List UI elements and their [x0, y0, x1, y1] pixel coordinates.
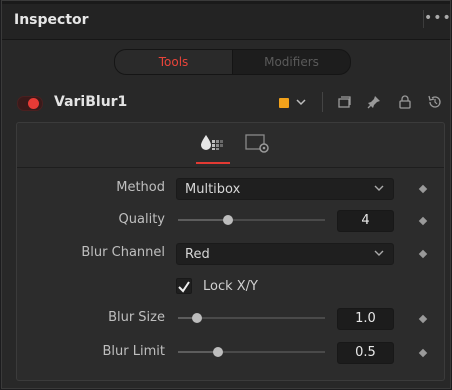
color-swatch-icon[interactable] [279, 98, 289, 108]
lock-xy-label: Lock X/Y [203, 279, 259, 294]
blur-channel-label: Blur Channel [81, 245, 165, 260]
blur-size-label: Blur Size [108, 310, 165, 325]
quality-slider-fill [178, 219, 228, 221]
droplet-blur-icon [201, 135, 223, 150]
controls-panel: Method Multibox Quality 4 Blur Channel R… [16, 122, 445, 381]
blur-channel-dropdown[interactable]: Red [176, 243, 394, 265]
blur-channel-value: Red [185, 247, 210, 262]
chevron-down-icon[interactable] [295, 96, 307, 108]
quality-label: Quality [118, 212, 165, 227]
node-header: VariBlur1 [2, 86, 450, 118]
pin-icon[interactable] [366, 94, 382, 110]
reset-icon[interactable] [427, 94, 443, 110]
quality-input[interactable]: 4 [337, 210, 394, 232]
blur-limit-label: Blur Limit [102, 344, 165, 359]
blur-limit-slider[interactable] [178, 347, 325, 357]
active-tab-underline [196, 162, 230, 164]
blur-size-keyframe-icon[interactable] [418, 314, 428, 324]
blur-size-slider-thumb[interactable] [192, 313, 203, 323]
top-border [2, 1, 450, 4]
tab-modifiers[interactable]: Modifiers [233, 50, 350, 74]
quality-slider[interactable] [178, 215, 325, 225]
blur-size-input[interactable]: 1.0 [337, 308, 394, 330]
method-value: Multibox [185, 182, 241, 197]
node-name: VariBlur1 [54, 94, 128, 110]
blur-channel-keyframe-icon[interactable] [418, 249, 428, 259]
settings-gear-icon [245, 134, 269, 153]
inspector-title: Inspector [14, 12, 89, 28]
toggle-dot [28, 98, 39, 109]
blur-limit-slider-fill [178, 351, 218, 353]
node-enable-toggle[interactable] [17, 96, 43, 111]
tab-blur-controls[interactable] [196, 131, 230, 164]
checkmark-icon [178, 281, 190, 293]
inspector-titlebar: Inspector ••• [2, 1, 451, 40]
method-keyframe-icon[interactable] [418, 184, 428, 194]
inspector-tabs: Tools Modifiers [114, 49, 351, 75]
lock-icon[interactable] [397, 94, 413, 110]
blur-size-slider[interactable] [178, 313, 325, 323]
blur-limit-keyframe-icon[interactable] [418, 348, 428, 358]
versions-icon[interactable] [336, 94, 352, 110]
header-divider [322, 92, 323, 112]
lock-xy-checkbox[interactable] [176, 278, 192, 294]
method-label: Method [116, 180, 165, 195]
chevron-down-icon [374, 185, 384, 191]
quality-keyframe-icon[interactable] [418, 216, 428, 226]
blur-limit-slider-thumb[interactable] [212, 347, 223, 357]
chevron-down-icon [374, 250, 384, 256]
more-options-button[interactable]: ••• [423, 10, 451, 28]
tab-settings[interactable] [242, 131, 272, 155]
blur-limit-input[interactable]: 0.5 [337, 342, 394, 364]
method-dropdown[interactable]: Multibox [176, 178, 394, 200]
inspector-window: Inspector ••• Tools Modifiers VariBlur1 [1, 0, 451, 389]
tab-tools[interactable]: Tools [115, 50, 233, 74]
quality-slider-thumb[interactable] [222, 215, 233, 225]
control-subtabs [17, 123, 444, 168]
